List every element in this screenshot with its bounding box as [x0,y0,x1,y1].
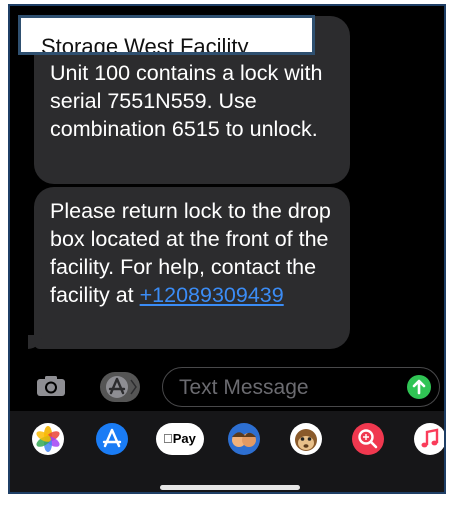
message-bubble: Please return lock to the drop box locat… [28,187,350,349]
facility-title: Storage West Facility [41,34,249,55]
message-text: Unit 100 contains a lock with serial 755… [50,61,323,141]
app-store-icon [106,376,137,398]
send-arrow-icon [412,379,426,395]
app-drawer: Pay [10,411,444,492]
animoji-icon[interactable] [290,423,322,455]
send-button[interactable] [407,375,431,399]
photos-icon[interactable] [32,423,64,455]
app-store-icon[interactable] [96,423,128,455]
composer-row: Text Message [10,364,444,414]
phone-number-link[interactable]: +12089309439 [140,283,284,307]
message-input-placeholder: Text Message [179,376,309,399]
bubble-tail [28,335,42,349]
message-input[interactable]: Text Message [162,367,440,407]
image-search-icon[interactable] [352,423,384,455]
camera-icon[interactable] [36,375,66,397]
apple-pay-label: Pay [163,431,196,446]
messages-screen: Unit 100 contains a lock with serial 755… [8,4,446,494]
facility-title-banner: Storage West Facility [18,15,315,55]
apple-pay-icon[interactable]: Pay [156,423,204,455]
home-indicator[interactable] [160,485,300,490]
memoji-icon[interactable] [228,423,260,455]
app-store-button[interactable] [100,372,140,402]
music-icon[interactable] [414,423,444,455]
